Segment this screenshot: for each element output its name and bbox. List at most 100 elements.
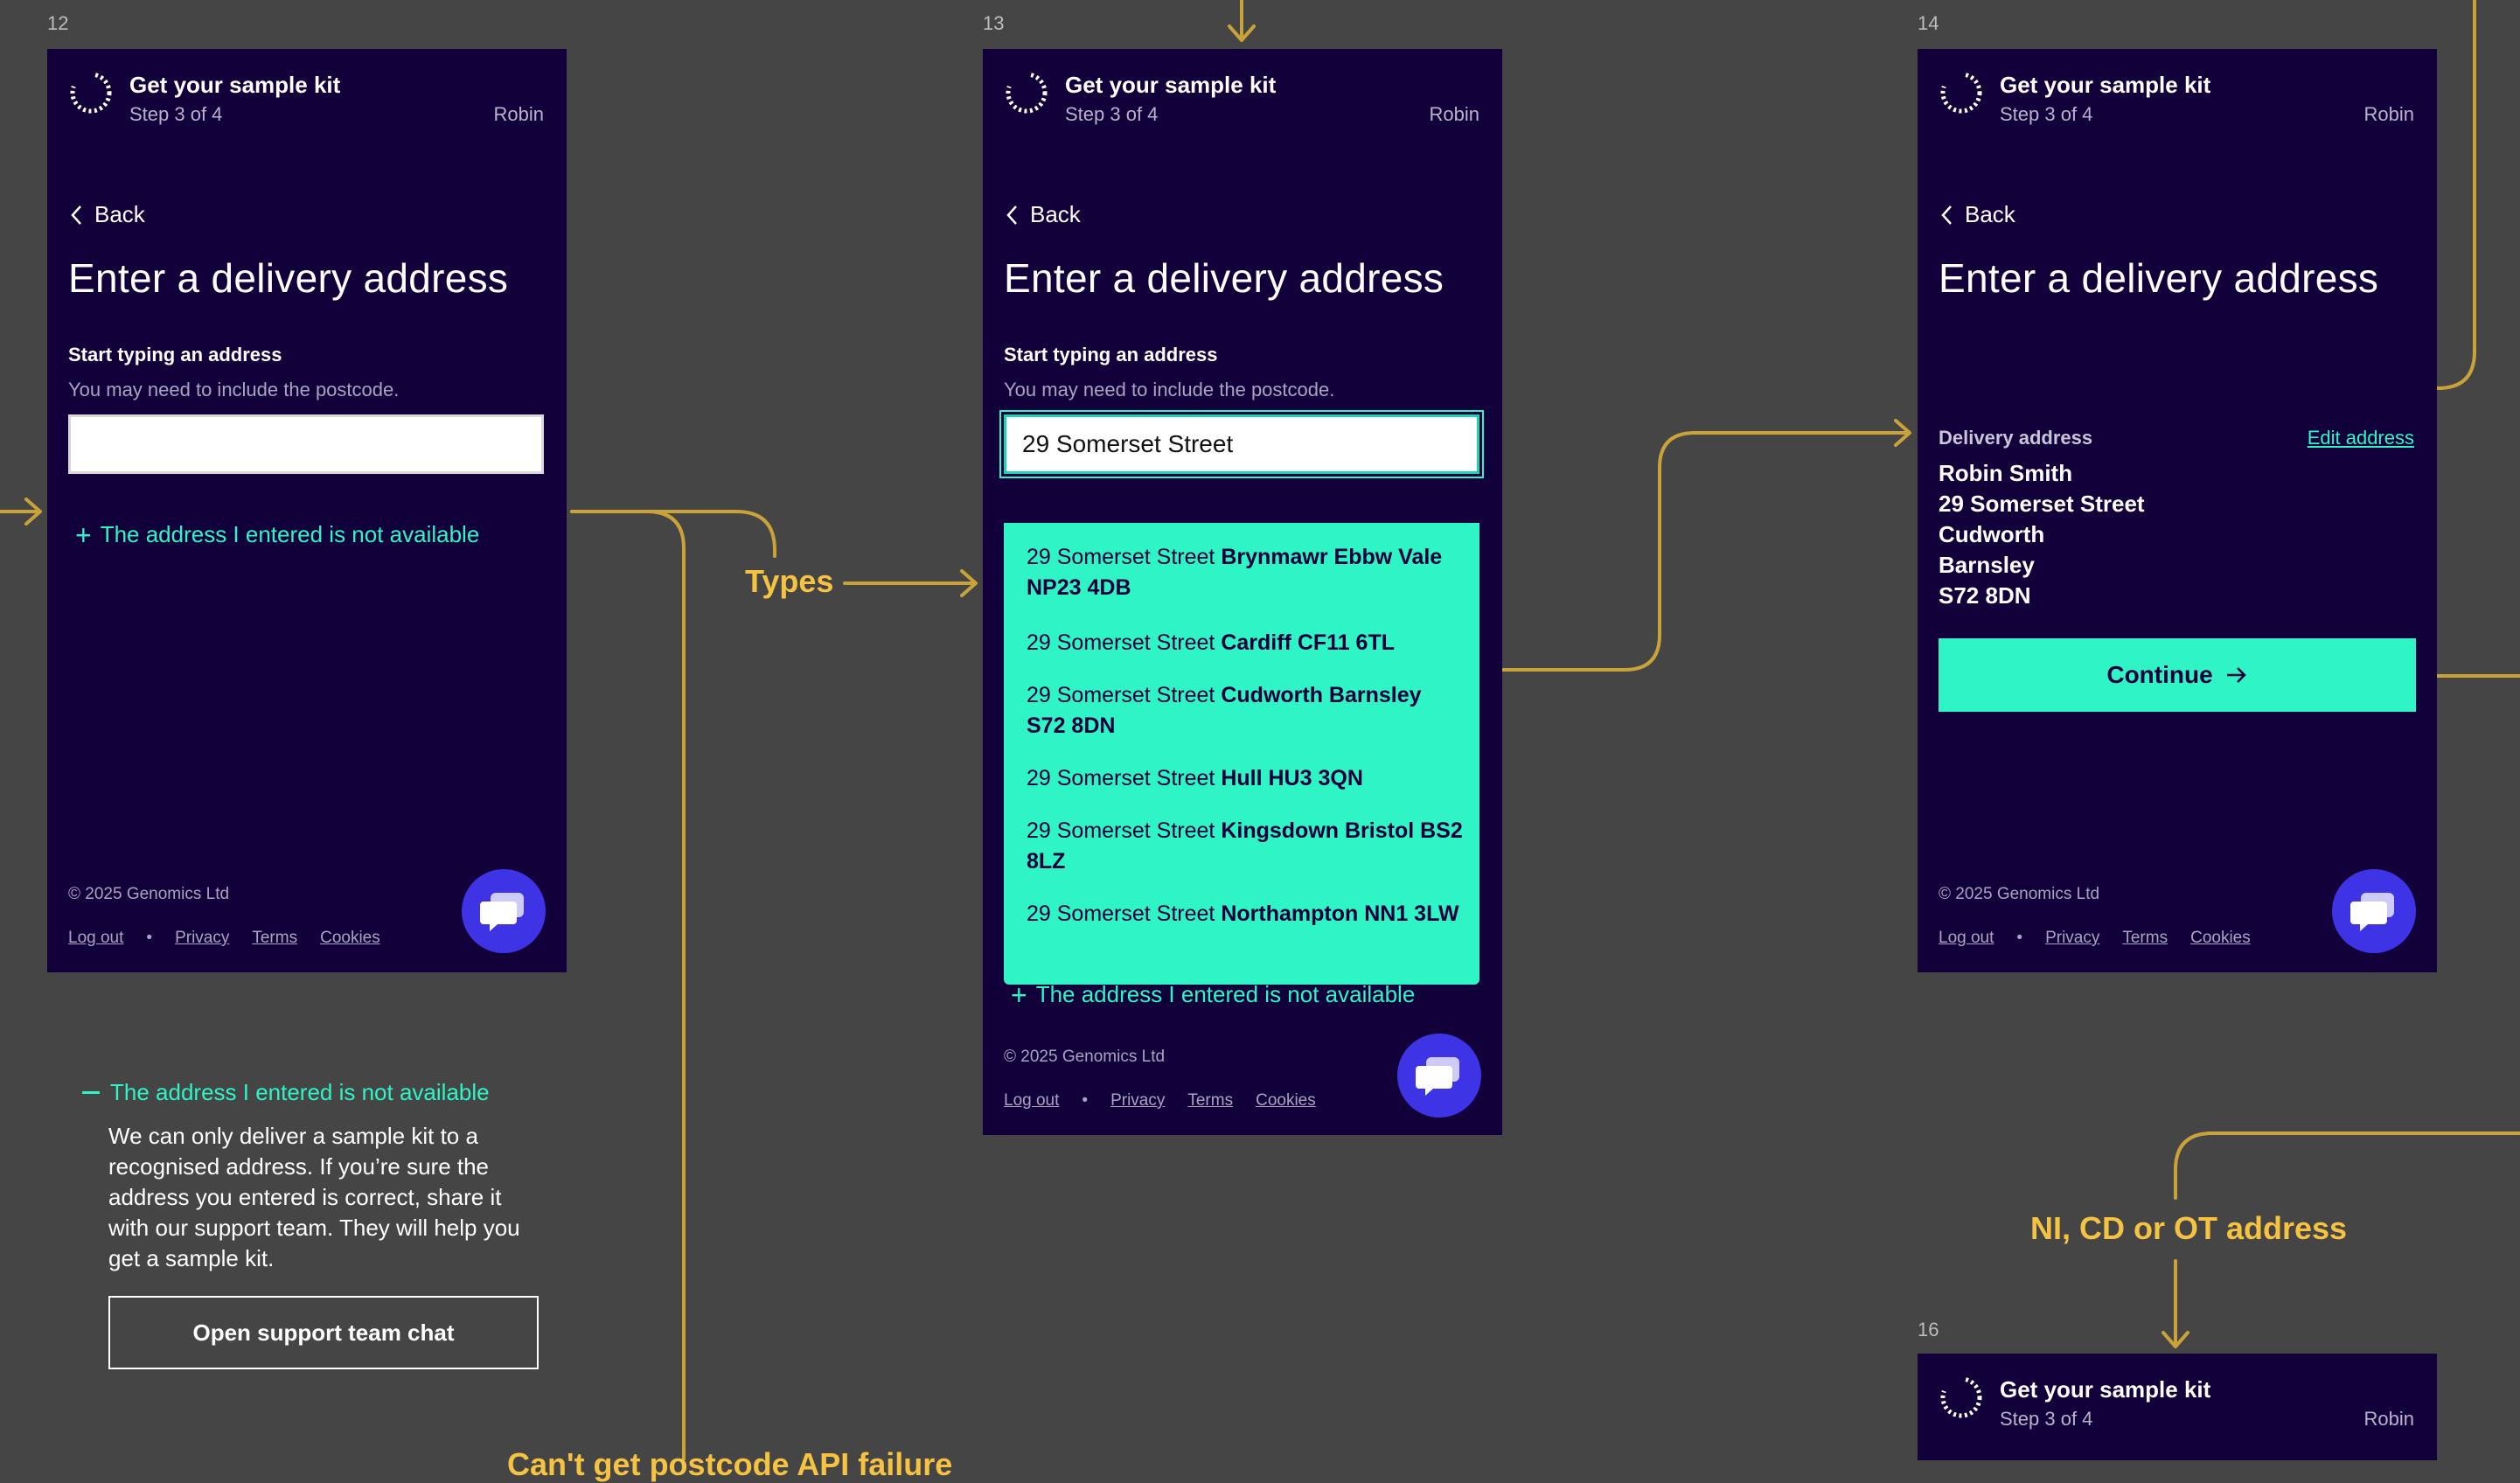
terms-link[interactable]: Terms bbox=[252, 929, 297, 948]
chat-bubbles-icon bbox=[480, 893, 524, 931]
terms-link[interactable]: Terms bbox=[1187, 1091, 1233, 1111]
cookies-link[interactable]: Cookies bbox=[320, 929, 380, 948]
arrow-right-icon bbox=[2226, 667, 2246, 683]
logout-link[interactable]: Log out bbox=[1939, 929, 1994, 948]
chat-button[interactable] bbox=[1397, 1034, 1481, 1117]
header-user: Robin bbox=[1429, 103, 1479, 125]
address-field-label: Start typing an address bbox=[68, 344, 282, 366]
privacy-link[interactable]: Privacy bbox=[1110, 1091, 1165, 1111]
header-title: Get your sample kit bbox=[129, 72, 341, 98]
not-available-toggle-expanded[interactable]: The address I entered is not available bbox=[82, 1079, 490, 1106]
continue-label: Continue bbox=[2106, 661, 2213, 688]
spinner-logo-icon bbox=[1005, 71, 1048, 115]
chevron-left-icon bbox=[1006, 205, 1017, 225]
chat-button[interactable] bbox=[2332, 869, 2416, 953]
header-step: Step 3 of 4 bbox=[2000, 103, 2093, 125]
plus-icon: + bbox=[1011, 978, 1027, 1011]
logout-link[interactable]: Log out bbox=[68, 929, 123, 948]
cookies-link[interactable]: Cookies bbox=[2190, 929, 2251, 948]
flow-label-types: Types bbox=[745, 563, 834, 599]
back-label: Back bbox=[1965, 201, 2015, 227]
plus-icon: + bbox=[75, 519, 92, 551]
footer-links: Log out • Privacy Terms Cookies bbox=[68, 929, 380, 948]
open-support-chat-button[interactable]: Open support team chat bbox=[108, 1296, 539, 1369]
header-user: Robin bbox=[2363, 103, 2414, 125]
chat-button[interactable] bbox=[462, 869, 546, 953]
frame-number: 13 bbox=[983, 12, 1005, 34]
screen-16-partial: Get your sample kit Step 3 of 4 Robin bbox=[1918, 1354, 2437, 1460]
screen-14-address-confirmed: Get your sample kit Step 3 of 4 Robin Ba… bbox=[1918, 49, 2437, 972]
page-title: Enter a delivery address bbox=[68, 255, 509, 301]
address-search-input[interactable] bbox=[68, 414, 544, 474]
back-link[interactable]: Back bbox=[1004, 201, 1081, 228]
logout-link[interactable]: Log out bbox=[1004, 1091, 1059, 1111]
not-available-help-text: We can only deliver a sample kit to a re… bbox=[108, 1123, 520, 1271]
spinner-logo-icon bbox=[1939, 1375, 1983, 1419]
spinner-logo-icon bbox=[1939, 71, 1983, 115]
privacy-link[interactable]: Privacy bbox=[175, 929, 229, 948]
privacy-link[interactable]: Privacy bbox=[2045, 929, 2099, 948]
flow-label-ni-cd-ot: NI, CD or OT address bbox=[2030, 1210, 2348, 1246]
header-title: Get your sample kit bbox=[2000, 1376, 2211, 1403]
address-suggestions: 29 Somerset Street Brynmawr Ebbw Vale NP… bbox=[1004, 523, 1479, 985]
separator-dot: • bbox=[1082, 1091, 1089, 1110]
not-available-label: The address I entered is not available bbox=[100, 521, 480, 547]
frame-number: 16 bbox=[1918, 1319, 1939, 1340]
address-option[interactable]: 29 Somerset Street Brynmawr Ebbw Vale NP… bbox=[1027, 542, 1464, 603]
copyright: © 2025 Genomics Ltd bbox=[1939, 885, 2100, 903]
address-option[interactable]: 29 Somerset Street Cardiff CF11 6TL bbox=[1027, 628, 1464, 658]
address-option[interactable]: 29 Somerset Street Cudworth Barnsley S72… bbox=[1027, 680, 1464, 742]
copyright: © 2025 Genomics Ltd bbox=[1004, 1048, 1166, 1066]
flow-label-api-failure: Can't get postcode API failure bbox=[507, 1446, 953, 1482]
header-title: Get your sample kit bbox=[2000, 72, 2211, 98]
chevron-left-icon bbox=[1941, 205, 1952, 225]
screen-12-address-empty: Get your sample kit Step 3 of 4 Robin Ba… bbox=[47, 49, 567, 972]
address-option[interactable]: 29 Somerset Street Kingsdown Bristol BS2… bbox=[1027, 816, 1464, 877]
page-title: Enter a delivery address bbox=[1004, 255, 1444, 301]
address-search-input[interactable] bbox=[1004, 414, 1479, 474]
separator-dot: • bbox=[146, 929, 153, 947]
address-line: S72 8DN bbox=[1939, 582, 2031, 609]
page-title: Enter a delivery address bbox=[1939, 255, 2379, 301]
address-field-hint: You may need to include the postcode. bbox=[68, 379, 400, 400]
cookies-link[interactable]: Cookies bbox=[1256, 1091, 1316, 1111]
address-line: Cudworth bbox=[1939, 521, 2045, 547]
frame-number: 14 bbox=[1918, 12, 1939, 34]
header-title: Get your sample kit bbox=[1065, 72, 1277, 98]
chat-bubbles-icon bbox=[2350, 893, 2394, 931]
screen-13-address-typing: Get your sample kit Step 3 of 4 Robin Ba… bbox=[983, 49, 1502, 1135]
delivery-address-label: Delivery address bbox=[1939, 427, 2093, 449]
frame-number: 12 bbox=[47, 12, 69, 34]
footer-links: Log out • Privacy Terms Cookies bbox=[1004, 1091, 1316, 1111]
address-field-label: Start typing an address bbox=[1004, 344, 1218, 366]
address-option[interactable]: 29 Somerset Street Northampton NN1 3LW bbox=[1027, 899, 1464, 929]
copyright: © 2025 Genomics Ltd bbox=[68, 885, 230, 903]
minus-icon bbox=[82, 1091, 100, 1094]
spinner-logo-icon bbox=[69, 71, 113, 115]
footer-links: Log out • Privacy Terms Cookies bbox=[1939, 929, 2251, 948]
not-available-label: The address I entered is not available bbox=[1035, 981, 1416, 1007]
address-field-hint: You may need to include the postcode. bbox=[1004, 379, 1335, 400]
address-option[interactable]: 29 Somerset Street Hull HU3 3QN bbox=[1027, 763, 1464, 794]
header-user: Robin bbox=[2363, 1408, 2414, 1430]
header-step: Step 3 of 4 bbox=[2000, 1408, 2093, 1430]
chevron-left-icon bbox=[71, 205, 81, 225]
continue-button[interactable]: Continue bbox=[1939, 638, 2416, 712]
separator-dot: • bbox=[2016, 929, 2023, 947]
header-step: Step 3 of 4 bbox=[1065, 103, 1159, 125]
terms-link[interactable]: Terms bbox=[2122, 929, 2168, 948]
back-link[interactable]: Back bbox=[68, 201, 145, 228]
edit-address-link[interactable]: Edit address bbox=[2308, 427, 2414, 449]
not-available-label: The address I entered is not available bbox=[110, 1079, 490, 1105]
address-line: Robin Smith bbox=[1939, 460, 2073, 486]
back-link[interactable]: Back bbox=[1939, 201, 2015, 228]
address-line: Barnsley bbox=[1939, 552, 2035, 578]
not-available-toggle[interactable]: + The address I entered is not available bbox=[1011, 978, 1416, 1011]
back-label: Back bbox=[94, 201, 145, 227]
header-step: Step 3 of 4 bbox=[129, 103, 223, 125]
address-line: 29 Somerset Street bbox=[1939, 491, 2145, 517]
header-user: Robin bbox=[493, 103, 544, 125]
back-label: Back bbox=[1030, 201, 1081, 227]
not-available-toggle[interactable]: + The address I entered is not available bbox=[75, 519, 480, 551]
chat-bubbles-icon bbox=[1416, 1057, 1459, 1096]
